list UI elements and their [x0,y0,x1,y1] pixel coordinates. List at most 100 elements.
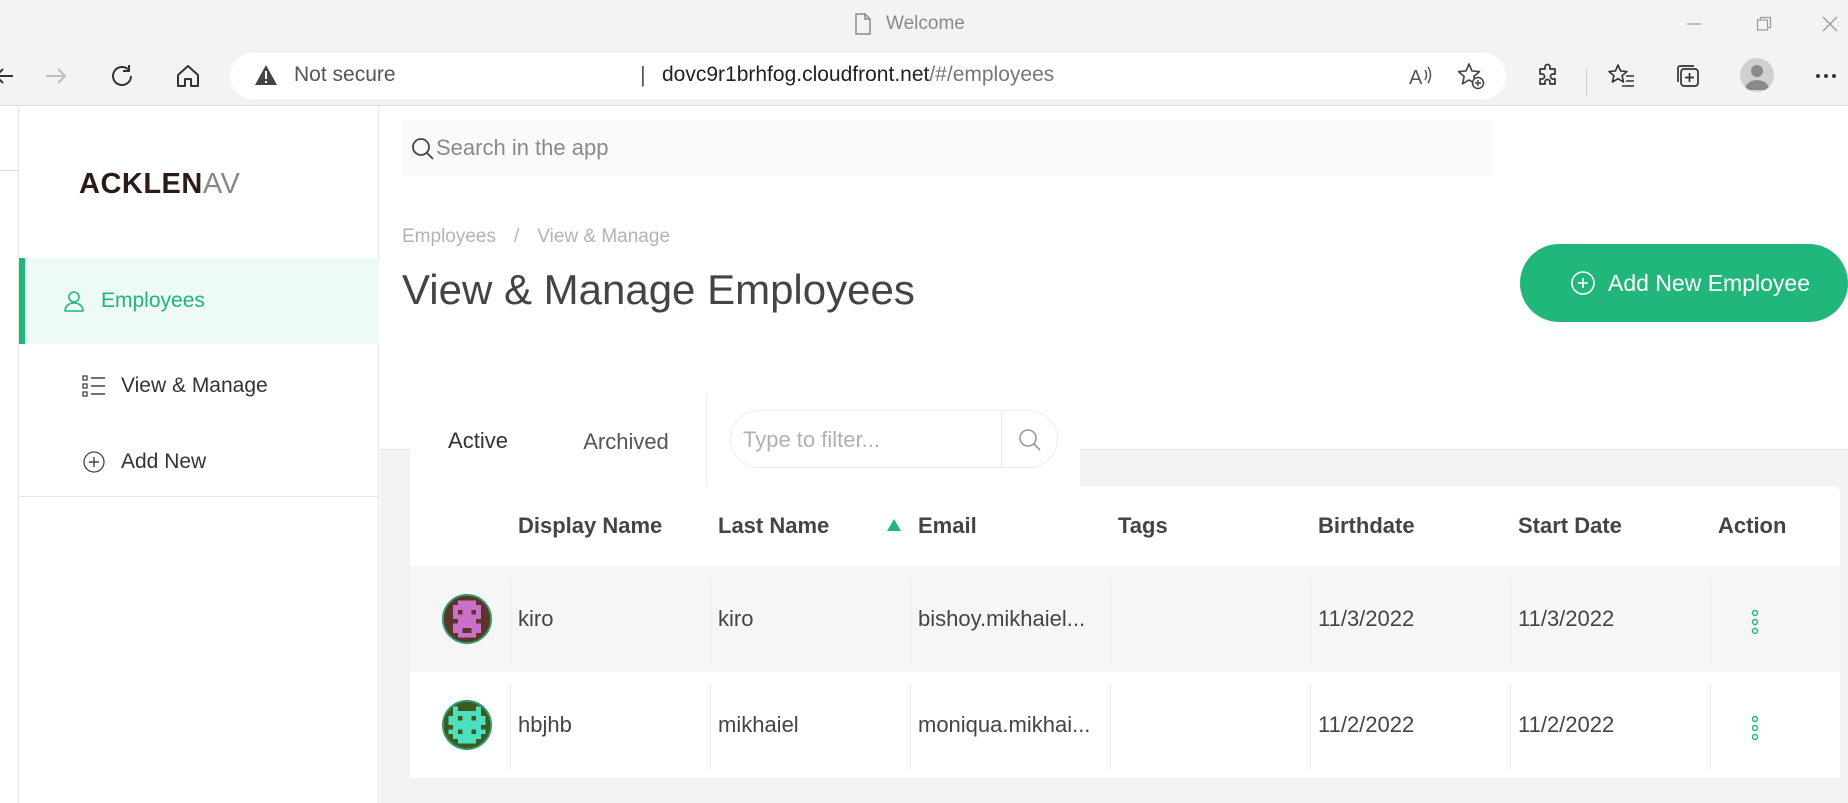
sidebar-item-employees[interactable]: Employees [19,258,379,344]
forward-icon[interactable] [36,56,76,96]
column-header-action: Action [1718,513,1787,538]
cell-last-name: mikhaiel [718,712,799,737]
breadcrumb-separator: / [514,226,520,247]
cell-divider [510,684,511,770]
app-search-bar [380,106,1848,210]
close-window-button[interactable] [1812,8,1848,40]
filter-divider [1001,411,1002,467]
back-icon[interactable] [0,56,24,96]
add-new-employee-label: Add New Employee [1608,269,1810,296]
cell-divider [1710,578,1711,664]
row-actions-icon[interactable] [1740,602,1770,642]
left-edge-panel [0,106,19,803]
favorites-icon[interactable] [1602,56,1642,96]
minimize-button[interactable] [1676,8,1712,40]
collections-icon[interactable] [1668,56,1708,96]
search-icon [410,136,436,162]
main-content: Employees / View & Manage View & Manage … [380,106,1848,803]
cell-start-date: 11/3/2022 [1518,606,1615,631]
app-viewport: ACKLENAV Employees View & Manage Add New [0,106,1848,803]
page-title: View & Manage Employees [402,266,915,313]
column-header-tags[interactable]: Tags [1118,486,1168,566]
cell-tags [1118,566,1304,672]
plus-circle-icon [81,449,107,475]
tab-archived[interactable]: Archived [546,394,706,490]
cell-birthdate: 11/3/2022 [1318,606,1415,631]
logo-light: AV [202,168,241,200]
breadcrumb-employees[interactable]: Employees [402,226,496,248]
restore-button[interactable] [1746,8,1782,40]
url-text[interactable]: dovc9r1brhfog.cloudfront.net/#/employees [662,63,1054,87]
avatar [442,594,492,644]
column-header-email[interactable]: Email [918,486,977,566]
cell-divider [710,684,711,770]
address-separator: | [640,62,646,87]
app-search-box[interactable] [402,120,1492,176]
filter-box [730,410,1058,468]
cell-divider [1310,684,1311,770]
cell-divider [710,578,711,664]
home-icon[interactable] [168,56,208,96]
tabs-divider [706,394,707,490]
refresh-icon[interactable] [102,56,142,96]
sidebar-item-view-manage[interactable]: View & Manage [19,356,379,416]
column-header-birthdate[interactable]: Birthdate [1318,486,1415,566]
page-icon [854,13,872,35]
cell-display-name: hbjhb [518,712,572,737]
breadcrumb: Employees / View & Manage [402,226,670,248]
breadcrumb-view-manage[interactable]: View & Manage [537,226,670,248]
column-header-start-date[interactable]: Start Date [1518,486,1622,566]
sidebar: ACKLENAV Employees View & Manage Add New [19,106,379,803]
filter-input[interactable] [743,423,1003,457]
profile-avatar[interactable] [1740,58,1774,92]
cell-divider [910,684,911,770]
warning-icon[interactable] [254,64,278,86]
address-bar[interactable]: Not secure | dovc9r1brhfog.cloudfront.ne… [230,53,1506,99]
browser-titlebar: Welcome [0,0,1848,48]
sort-ascending-icon[interactable] [886,518,902,532]
cell-divider [910,578,911,664]
sidebar-divider [19,496,379,497]
logo[interactable]: ACKLENAV [79,168,240,201]
cell-last-name: kiro [718,606,754,631]
not-secure-label[interactable]: Not secure [294,63,396,87]
sidebar-item-label: Employees [101,289,205,312]
svg-text:A: A [1409,67,1423,88]
column-header-display-name[interactable]: Display Name [518,486,662,566]
browser-toolbar: Not secure | dovc9r1brhfog.cloudfront.ne… [0,48,1848,106]
sidebar-item-label: Add New [121,450,207,473]
toolbar-divider [1586,68,1587,96]
add-new-employee-button[interactable]: Add New Employee [1520,244,1848,322]
url-path: /#/employees [929,63,1055,86]
cell-tags [1118,672,1304,778]
column-header-last-name[interactable]: Last Name [718,486,829,566]
filter-search-icon[interactable] [1017,427,1043,453]
app-search-input[interactable] [436,130,1476,166]
table-header: Display Name Last Name Email Tags Birthd… [410,486,1840,566]
cell-start-date: 11/2/2022 [1518,712,1615,737]
sidebar-item-add-new[interactable]: Add New [19,432,379,492]
avatar [442,700,492,750]
list-icon [81,373,107,399]
cell-divider [1510,684,1511,770]
read-aloud-icon[interactable]: A [1406,61,1436,91]
cell-email: moniqua.mikhai... [918,712,1091,737]
more-menu-icon[interactable] [1806,56,1846,96]
cell-divider [1710,684,1711,770]
tab-active[interactable]: Active [410,394,546,490]
cell-birthdate: 11/2/2022 [1318,712,1415,737]
table-row[interactable]: hbjhb mikhaiel moniqua.mikhai... 11/2/20… [410,672,1840,778]
cell-divider [1110,578,1111,664]
extensions-icon[interactable] [1528,56,1568,96]
employees-table: Display Name Last Name Email Tags Birthd… [410,486,1840,778]
sidebar-item-label: View & Manage [121,374,268,397]
url-host: dovc9r1brhfog.cloudfront.net [662,63,930,86]
cell-display-name: kiro [518,606,554,631]
plus-circle-icon [1570,270,1596,296]
row-actions-icon[interactable] [1740,708,1770,748]
add-favorite-icon[interactable] [1456,61,1486,91]
cell-divider [1510,578,1511,664]
table-row[interactable]: kiro kiro bishoy.mikhaiel... 11/3/2022 1… [410,566,1840,672]
logo-bold: ACKLEN [79,168,203,200]
cell-divider [510,578,511,664]
